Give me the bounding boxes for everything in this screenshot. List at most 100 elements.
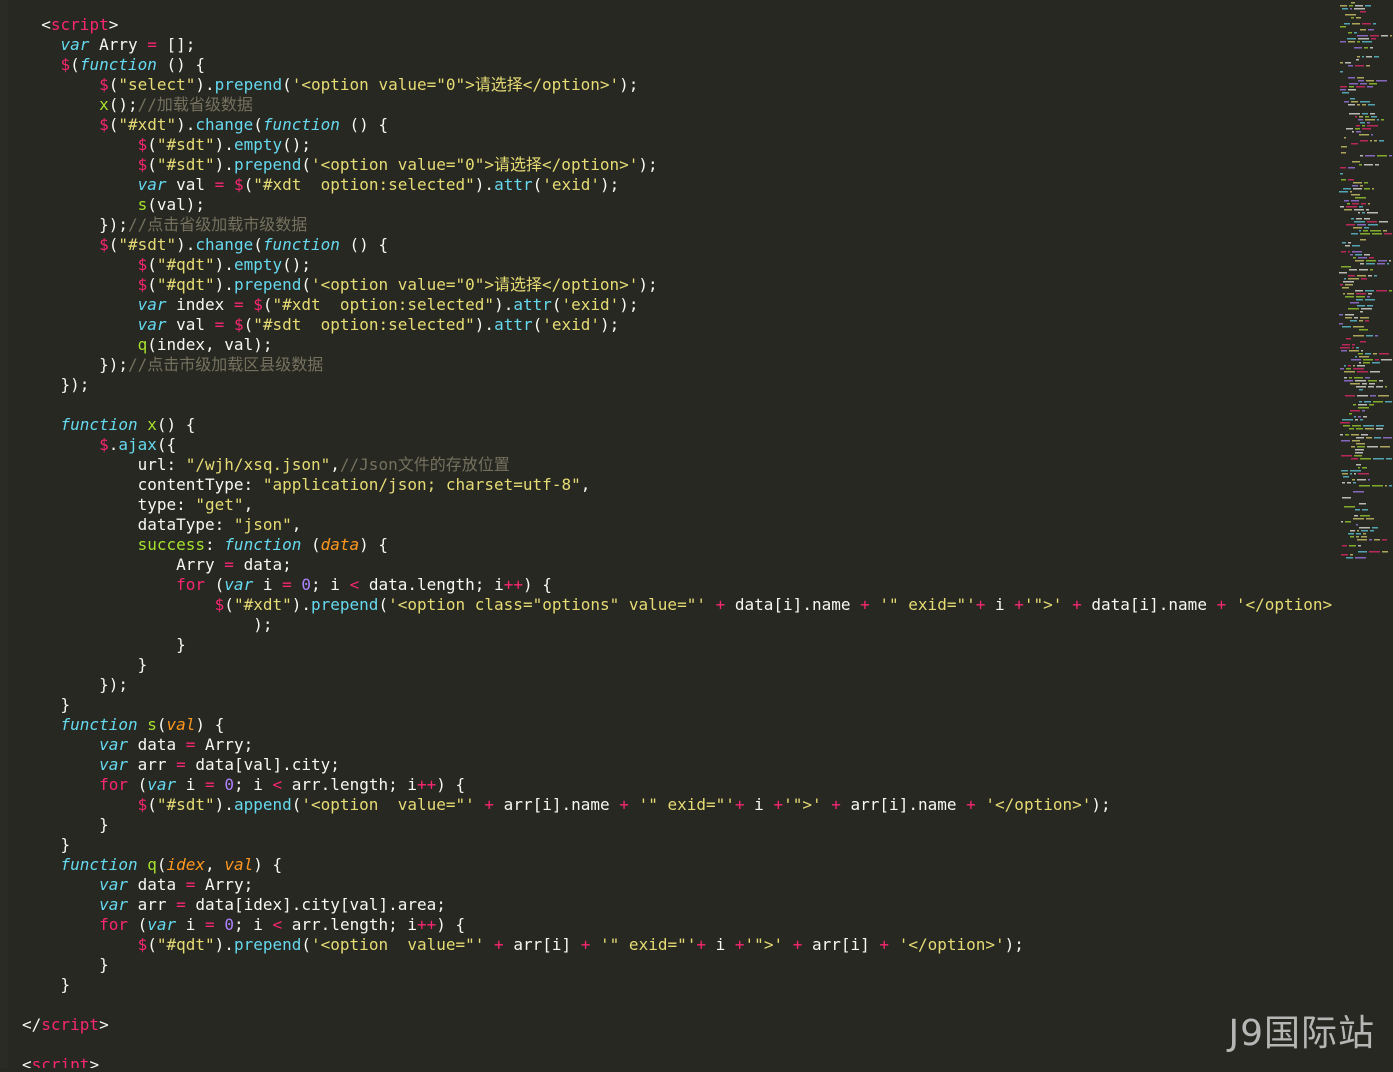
code-token: ({	[156, 435, 177, 454]
code-line[interactable]: q(index, val);	[22, 335, 273, 355]
code-line[interactable]: Arry = data;	[22, 555, 292, 575]
code-line[interactable]: $("#sdt").prepend('<option value="0">请选择…	[22, 155, 658, 175]
code-line[interactable]: url: "/wjh/xsq.json",//Json文件的存放位置	[22, 455, 510, 475]
code-line[interactable]: var Arry = [];	[22, 35, 196, 55]
code-line[interactable]: var arr = data[idex].city[val].area;	[22, 895, 446, 915]
minimap-stroke	[1361, 308, 1372, 310]
code-token: i	[744, 795, 774, 814]
code-line[interactable]: var data = Arry;	[22, 735, 253, 755]
code-line[interactable]: function x() {	[22, 415, 196, 435]
code-line[interactable]: x();//加载省级数据	[22, 95, 253, 115]
minimap-stroke	[1369, 539, 1372, 541]
code-line[interactable]: $("#sdt").empty();	[22, 135, 311, 155]
code-token: var	[99, 755, 128, 774]
minimap-stroke	[1355, 380, 1366, 382]
code-line[interactable]: $("#xdt").change(function () {	[22, 115, 388, 135]
code-line[interactable]: );	[22, 615, 272, 635]
minimap-stroke	[1345, 395, 1355, 397]
code-line[interactable]: <script>	[22, 1055, 99, 1068]
code-line[interactable]: $("#sdt").change(function () {	[22, 235, 388, 255]
minimap[interactable]	[1335, 0, 1393, 1068]
code-line[interactable]: </script>	[22, 1015, 109, 1035]
minimap-stroke	[1369, 83, 1377, 85]
code-token: =	[176, 895, 186, 914]
code-token: }	[22, 975, 71, 994]
code-line[interactable]: });	[22, 375, 90, 395]
code-line[interactable]: function s(val) {	[22, 715, 225, 735]
code-line[interactable]: }	[22, 835, 71, 855]
code-line[interactable]: $("#qdt").empty();	[22, 255, 311, 275]
code-line[interactable]: $("#sdt").append('<option value="' + arr…	[22, 795, 1111, 815]
code-line[interactable]: for (var i = 0; i < data.length; i++) {	[22, 575, 552, 595]
code-line[interactable]: }	[22, 975, 71, 995]
code-line[interactable]: for (var i = 0; i < arr.length; i++) {	[22, 775, 465, 795]
code-token: });	[22, 215, 128, 234]
code-line[interactable]: var arr = data[val].city;	[22, 755, 340, 775]
minimap-stroke	[1371, 116, 1377, 118]
minimap-stroke	[1350, 302, 1359, 304]
code-token: <	[272, 915, 283, 934]
code-line[interactable]: }	[22, 955, 109, 975]
code-line[interactable]: var index = $("#xdt option:selected").at…	[22, 295, 639, 315]
minimap-stroke	[1369, 404, 1374, 406]
minimap-stroke	[1358, 473, 1369, 475]
minimap-stroke	[1356, 437, 1364, 439]
code-line[interactable]: }	[22, 655, 148, 675]
code-line[interactable]: }	[22, 695, 71, 715]
code-line[interactable]: for (var i = 0; i < arr.length; i++) {	[22, 915, 465, 935]
code-token: (	[243, 175, 254, 194]
code-token: script	[31, 1055, 90, 1068]
minimap-stroke	[1370, 230, 1381, 232]
code-token: +	[734, 935, 745, 954]
code-line[interactable]: s(val);	[22, 195, 205, 215]
minimap-stroke	[1347, 38, 1356, 40]
minimap-stroke	[1356, 443, 1365, 445]
minimap-stroke	[1349, 545, 1356, 547]
code-line[interactable]: $(function () {	[22, 55, 206, 75]
code-line[interactable]: dataType: "json",	[22, 515, 302, 535]
code-token: +	[619, 795, 629, 814]
code-token: =	[205, 775, 215, 794]
code-token: $	[99, 115, 109, 134]
code-line[interactable]: var val = $("#sdt option:selected").attr…	[22, 315, 620, 335]
code-token: data[val].city;	[185, 755, 340, 774]
code-token: val	[166, 715, 196, 734]
code-token: "#sdt option:selected"	[253, 315, 475, 334]
minimap-stroke	[1355, 290, 1363, 292]
minimap-stroke	[1373, 353, 1377, 355]
code-line[interactable]: var val = $("#xdt option:selected").attr…	[22, 175, 620, 195]
code-line[interactable]: $("select").prepend('<option value="0">请…	[22, 75, 638, 95]
code-token: index	[166, 295, 234, 314]
code-line[interactable]: type: "get",	[22, 495, 254, 515]
code-token: idex	[166, 855, 206, 874]
code-token: +	[966, 795, 976, 814]
minimap-stroke	[1342, 242, 1346, 244]
code-line[interactable]: });	[22, 675, 128, 695]
code-line[interactable]: $("#qdt").prepend('<option value="0">请选择…	[22, 275, 658, 295]
code-line[interactable]: });//点击市级加载区县级数据	[22, 355, 323, 375]
code-line[interactable]: var data = Arry;	[22, 875, 253, 895]
code-line[interactable]: }	[22, 815, 109, 835]
code-token: (	[301, 275, 312, 294]
code-line[interactable]: $.ajax({	[22, 435, 176, 455]
code-token: var	[137, 315, 167, 334]
code-line[interactable]: $("#xdt").prepend('<option class="option…	[22, 595, 1335, 615]
minimap-stroke	[1371, 134, 1373, 136]
code-line[interactable]: success: function (data) {	[22, 535, 388, 555]
minimap-stroke	[1341, 521, 1343, 523]
code-line[interactable]: function q(idex, val) {	[22, 855, 283, 875]
code-line[interactable]: <script>	[22, 15, 118, 35]
code-line[interactable]: $("#qdt").prepend('<option value="' + ar…	[22, 935, 1024, 955]
minimap-stroke	[1372, 362, 1380, 364]
code-editor[interactable]: <script> var Arry = []; $(function () { …	[0, 0, 1335, 1068]
code-token: '<option class="options" value="'	[388, 595, 706, 614]
code-line[interactable]: contentType: "application/json; charset=…	[22, 475, 591, 495]
minimap-stroke	[1359, 329, 1368, 331]
code-line[interactable]: });//点击省级加载市级数据	[22, 215, 307, 235]
code-token: for	[99, 915, 128, 934]
code-line[interactable]: }	[22, 635, 186, 655]
code-token: (	[156, 715, 167, 734]
